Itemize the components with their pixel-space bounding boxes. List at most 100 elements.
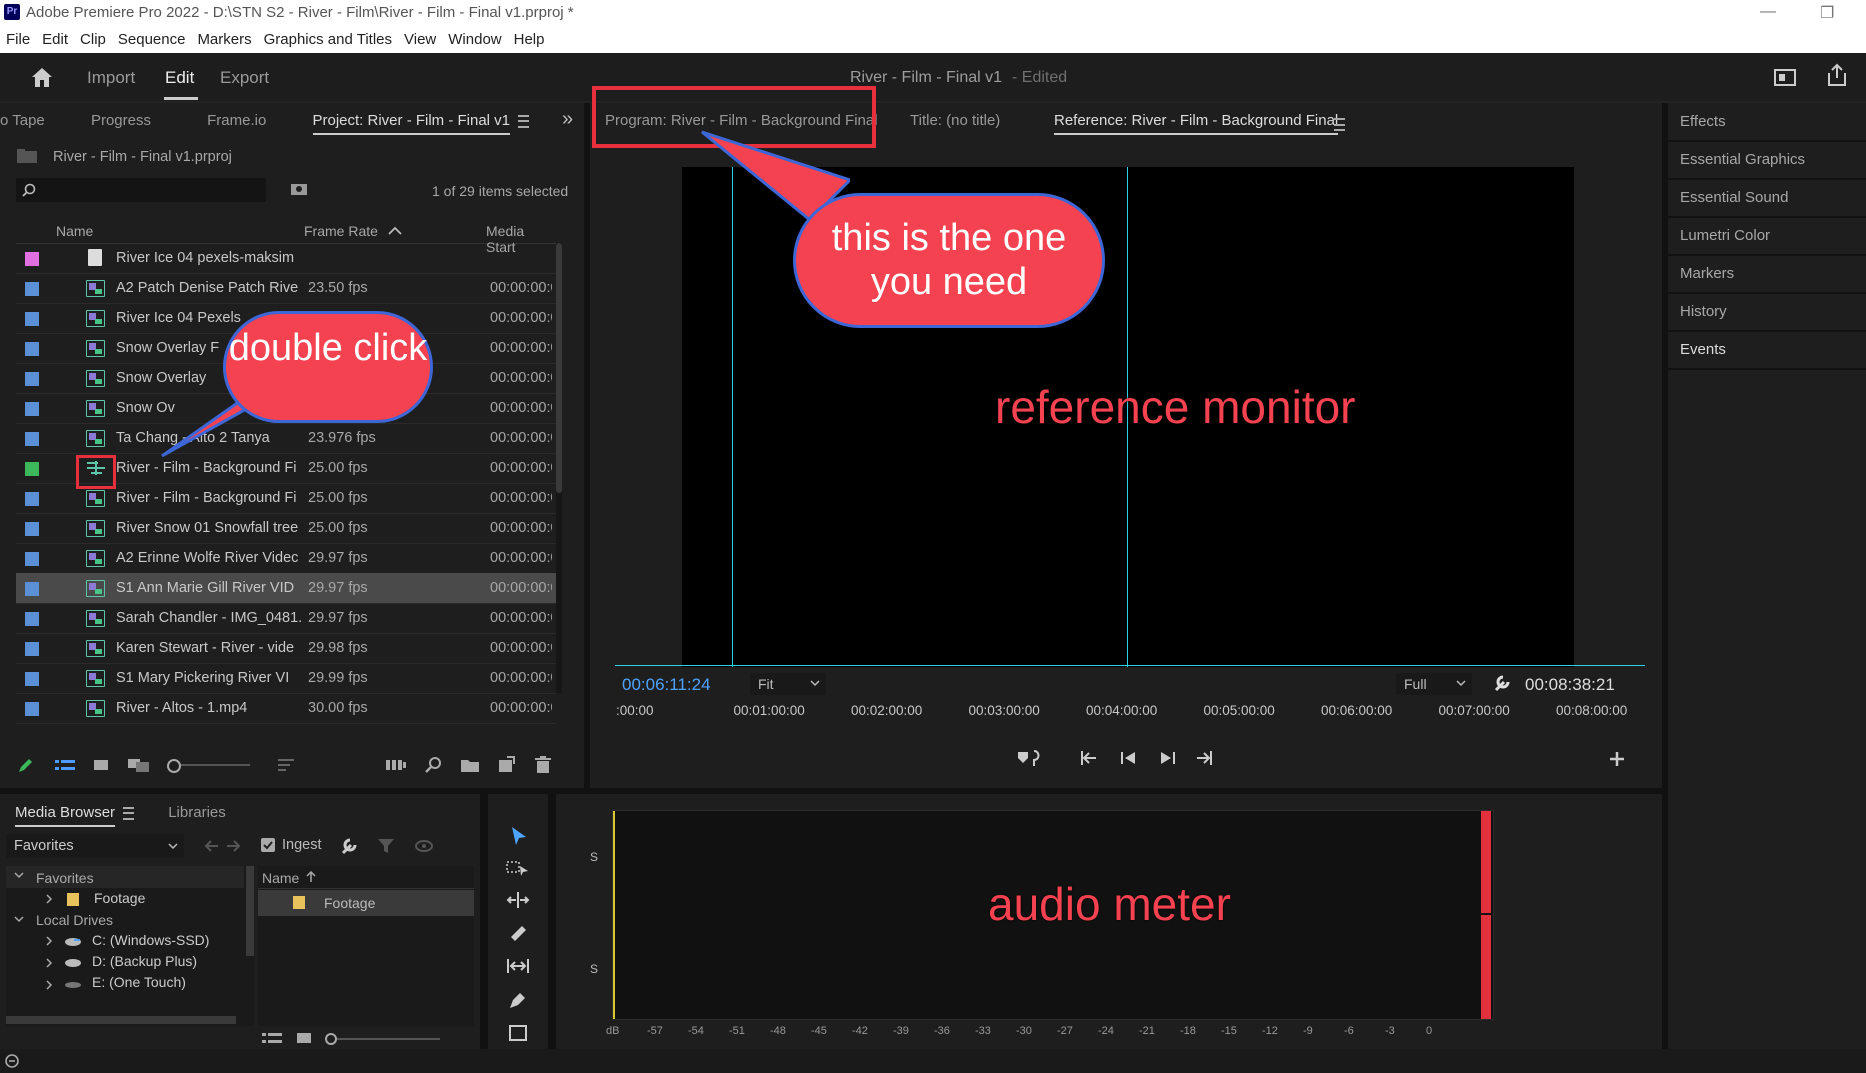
freeform-view-icon[interactable] [127, 757, 151, 773]
project-item-row[interactable]: A2 Patch Denise Patch Rive 23.50 fps 00:00… [16, 273, 556, 304]
divider-audio[interactable] [548, 794, 556, 1049]
automate-to-sequence-icon[interactable] [385, 758, 407, 772]
favorites-dropdown[interactable]: Favorites [6, 834, 184, 858]
label-color-swatch[interactable] [25, 552, 39, 566]
filter-icon[interactable] [377, 838, 395, 854]
clip-indicator-right[interactable] [1481, 915, 1491, 1019]
label-color-swatch[interactable] [25, 492, 39, 506]
project-item-row[interactable]: Sarah Chandler - IMG_0481. 29.97 fps 00:00… [16, 603, 556, 634]
tree-item-drive-c[interactable]: C: (Windows-SSD) [92, 932, 209, 948]
thumbnail-size-slider[interactable] [330, 1038, 440, 1040]
project-item-row[interactable]: S1 Ann Marie Gill River VID 29.97 fps 00:0… [16, 573, 556, 604]
tab-export[interactable]: Export [220, 68, 269, 88]
tree-horizontal-scrollbar[interactable] [6, 1016, 236, 1024]
add-marker-icon[interactable] [1016, 748, 1042, 768]
monitor-panel-menu-icon[interactable] [1334, 118, 1345, 132]
zoom-slider[interactable] [170, 764, 250, 766]
divider-tools[interactable] [480, 794, 488, 1049]
label-color-swatch[interactable] [25, 252, 39, 266]
label-color-swatch[interactable] [25, 312, 39, 326]
list-view-icon[interactable] [262, 1032, 282, 1046]
label-color-swatch[interactable] [25, 282, 39, 296]
column-name[interactable]: Name [56, 223, 93, 239]
media-browser-menu-icon[interactable] [123, 806, 135, 820]
chevron-right-icon[interactable] [46, 936, 54, 946]
quick-export-icon[interactable] [1774, 67, 1796, 87]
sort-up-arrow-icon[interactable] [306, 871, 316, 883]
menu-view[interactable]: View [404, 26, 436, 54]
trash-icon[interactable] [535, 756, 551, 774]
new-search-bin-icon[interactable] [290, 181, 308, 197]
menu-window[interactable]: Window [448, 26, 501, 54]
menu-file[interactable]: File [6, 26, 30, 54]
zoom-slider-handle[interactable] [167, 759, 181, 773]
share-icon[interactable] [1826, 63, 1848, 87]
sort-icons-icon[interactable] [277, 758, 295, 772]
tab-import[interactable]: Import [87, 68, 135, 88]
back-arrow-icon[interactable] [203, 839, 219, 853]
project-scrollbar-thumb[interactable] [556, 243, 562, 493]
track-select-tool-icon[interactable] [506, 859, 530, 877]
selection-tool-icon[interactable] [510, 826, 528, 846]
project-item-row[interactable]: Ta Chang - Alto 2 Tanya 23.976 fps 00:00:0… [16, 423, 556, 454]
icon-view-icon[interactable] [93, 758, 109, 772]
solo-button-right[interactable]: S [590, 962, 598, 976]
panel-overflow-icon[interactable]: » [562, 108, 573, 131]
tab-media-browser[interactable]: Media Browser [15, 804, 116, 827]
tab-libraries[interactable]: Libraries [168, 804, 226, 821]
slip-tool-icon[interactable] [506, 957, 530, 975]
menu-clip[interactable]: Clip [80, 26, 106, 54]
label-color-swatch[interactable] [25, 522, 39, 536]
monitor-tab-reference[interactable]: Reference: River - Film - Background Fin… [1054, 112, 1339, 135]
menu-edit[interactable]: Edit [42, 26, 68, 54]
go-to-out-icon[interactable] [1195, 750, 1213, 766]
ingest-checkbox[interactable] [261, 838, 275, 852]
label-color-swatch[interactable] [25, 462, 39, 476]
tree-item-favorites[interactable]: Favorites [36, 870, 94, 886]
project-item-row[interactable]: River Ice 04 pexels-maksim [16, 243, 556, 274]
label-color-swatch[interactable] [25, 702, 39, 716]
tree-scrollbar[interactable] [246, 866, 254, 956]
project-item-row[interactable]: S1 Mary Pickering River VI 29.99 fps 00:00… [16, 663, 556, 694]
thumbnail-slider-handle[interactable] [325, 1033, 337, 1045]
tree-item-footage[interactable]: Footage [94, 890, 145, 906]
pen-tool-icon[interactable] [508, 990, 528, 1010]
menu-graphics-and-titles[interactable]: Graphics and Titles [264, 26, 392, 54]
label-color-swatch[interactable] [25, 612, 39, 626]
menu-sequence[interactable]: Sequence [118, 26, 186, 54]
current-timecode[interactable]: 00:06:11:24 [622, 675, 711, 695]
icon-view-icon[interactable] [296, 1031, 312, 1045]
forward-arrow-icon[interactable] [226, 839, 242, 853]
project-scrollbar[interactable] [556, 243, 562, 693]
clip-indicator-left[interactable] [1481, 811, 1491, 913]
step-forward-icon[interactable] [1158, 750, 1176, 766]
tree-item-drive-e[interactable]: E: (One Touch) [92, 974, 186, 990]
label-color-swatch[interactable] [25, 372, 39, 386]
restore-icon[interactable]: ❐ [1820, 3, 1834, 23]
tree-item-drive-d[interactable]: D: (Backup Plus) [92, 953, 197, 969]
wrench-icon[interactable] [1492, 673, 1512, 693]
side-panel-effects[interactable]: Effects [1668, 103, 1866, 142]
view-eye-icon[interactable] [415, 839, 433, 853]
button-editor-plus-icon[interactable] [1609, 751, 1625, 767]
step-back-icon[interactable] [1120, 750, 1138, 766]
side-panel-essential-graphics[interactable]: Essential Graphics [1668, 141, 1866, 180]
label-color-swatch[interactable] [25, 582, 39, 596]
side-panel-events[interactable]: Events [1668, 331, 1866, 370]
background-tasks-icon[interactable] [4, 1054, 20, 1068]
label-color-swatch[interactable] [25, 342, 39, 356]
ingest-settings-wrench-icon[interactable] [339, 836, 359, 856]
label-color-swatch[interactable] [25, 432, 39, 446]
new-item-icon[interactable] [497, 756, 515, 774]
rectangle-tool-icon[interactable] [508, 1024, 528, 1042]
time-ruler[interactable] [616, 721, 1482, 722]
project-item-row[interactable]: Karen Stewart - River - vide 29.98 fps 00:… [16, 633, 556, 664]
razor-tool-icon[interactable] [508, 923, 528, 943]
label-color-swatch[interactable] [25, 672, 39, 686]
pencil-icon[interactable] [16, 757, 34, 775]
tab-edit[interactable]: Edit [165, 68, 194, 88]
label-color-swatch[interactable] [25, 642, 39, 656]
fit-dropdown[interactable]: Fit [750, 673, 826, 695]
home-icon[interactable] [30, 66, 54, 88]
side-panel-history[interactable]: History [1668, 293, 1866, 332]
